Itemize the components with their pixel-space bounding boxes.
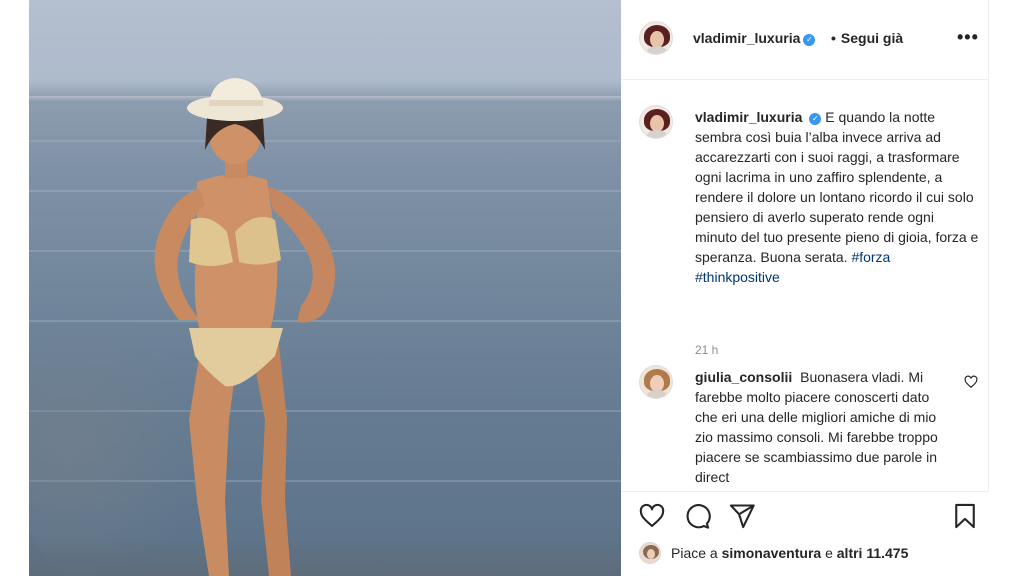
commenter-username[interactable]: giulia_consolii — [695, 369, 792, 385]
comment-icon[interactable] — [683, 502, 711, 530]
caption-body: E quando la notte sembra così buia l’alb… — [695, 109, 979, 265]
author-avatar[interactable] — [639, 21, 673, 55]
likes-text: Piace a simonaventura e altri 11.475 — [671, 545, 908, 561]
follow-status[interactable]: • Segui già — [831, 30, 903, 46]
author-username-text[interactable]: vladimir_luxuria — [693, 30, 800, 46]
post-side-panel: vladimir_luxuria ✓ • Segui già ••• vladimi… — [621, 0, 989, 576]
comments-section[interactable]: vladimir_luxuria ✓ E quando la notte semb… — [621, 81, 989, 491]
likes-conjunction: e — [825, 545, 833, 561]
page-margin — [989, 0, 1024, 576]
comment-text: giulia_consolii Buonasera vladi. Mi fare… — [695, 367, 955, 487]
post-photo[interactable] — [29, 0, 621, 576]
likes-others-count[interactable]: altri 11.475 — [837, 545, 909, 561]
liker-avatar[interactable] — [639, 542, 661, 564]
likes-prefix: Piace a — [671, 545, 718, 561]
woman-in-bikini-figure — [154, 78, 336, 576]
commenter-avatar[interactable] — [639, 365, 673, 399]
separator-dot: • — [831, 30, 836, 46]
caption-username[interactable]: vladimir_luxuria — [695, 109, 802, 125]
paper-plane-icon[interactable] — [728, 502, 756, 530]
post-timestamp[interactable]: 21 h — [695, 343, 718, 357]
liker-username[interactable]: simonaventura — [722, 545, 822, 561]
comment-body: Buonasera vladi. Mi farebbe molto piacer… — [695, 369, 938, 485]
more-options-icon[interactable]: ••• — [957, 27, 979, 48]
comment-like-heart-icon[interactable] — [964, 375, 978, 389]
verified-badge-icon: ✓ — [809, 113, 822, 125]
post-header: vladimir_luxuria ✓ • Segui già ••• — [621, 0, 989, 80]
caption-author-avatar[interactable] — [639, 105, 673, 139]
hashtag-link[interactable]: #forza — [851, 249, 890, 265]
verified-badge-icon: ✓ — [803, 34, 816, 46]
caption-text: vladimir_luxuria ✓ E quando la notte semb… — [695, 107, 979, 287]
post-actions-bar: Piace a simonaventura e altri 11.475 — [621, 491, 989, 576]
following-button-label[interactable]: Segui già — [841, 30, 903, 46]
author-username[interactable]: vladimir_luxuria ✓ — [693, 30, 816, 46]
bookmark-icon[interactable] — [951, 502, 979, 530]
hashtag-link[interactable]: #thinkpositive — [695, 269, 780, 285]
heart-icon[interactable] — [638, 502, 666, 530]
